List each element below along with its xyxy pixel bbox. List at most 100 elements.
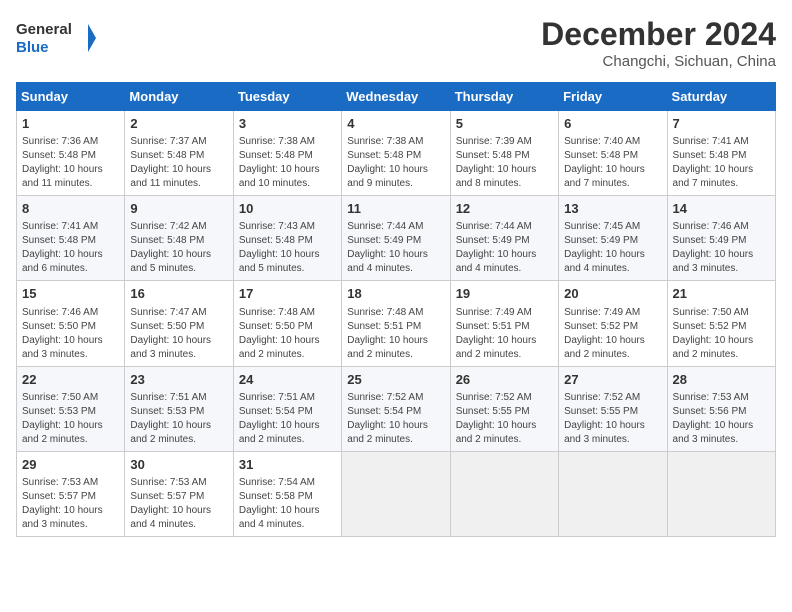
day-detail: Daylight: 10 hours xyxy=(673,248,770,262)
day-detail: Daylight: 10 hours xyxy=(22,504,119,518)
day-detail: Sunrise: 7:39 AM xyxy=(456,135,553,149)
day-detail: Daylight: 10 hours xyxy=(456,334,553,348)
day-detail: Sunset: 5:58 PM xyxy=(239,490,336,504)
day-number: 9 xyxy=(130,200,227,218)
day-detail: and 5 minutes. xyxy=(130,262,227,276)
day-detail: Sunrise: 7:51 AM xyxy=(130,391,227,405)
day-detail: Sunset: 5:55 PM xyxy=(564,405,661,419)
day-detail: Sunrise: 7:37 AM xyxy=(130,135,227,149)
day-detail: Sunrise: 7:46 AM xyxy=(22,306,119,320)
day-detail: Sunrise: 7:50 AM xyxy=(22,391,119,405)
day-number: 6 xyxy=(564,115,661,133)
day-detail: Sunrise: 7:49 AM xyxy=(456,306,553,320)
day-detail: Sunset: 5:53 PM xyxy=(22,405,119,419)
day-detail: Daylight: 10 hours xyxy=(239,248,336,262)
day-detail: Daylight: 10 hours xyxy=(239,504,336,518)
day-detail: Daylight: 10 hours xyxy=(239,334,336,348)
calendar-cell: 18Sunrise: 7:48 AMSunset: 5:51 PMDayligh… xyxy=(342,281,450,366)
day-number: 10 xyxy=(239,200,336,218)
day-detail: and 5 minutes. xyxy=(239,262,336,276)
page-header: General Blue December 2024 Changchi, Sic… xyxy=(16,16,776,70)
day-number: 31 xyxy=(239,456,336,474)
day-detail: and 3 minutes. xyxy=(673,433,770,447)
calendar-cell: 4Sunrise: 7:38 AMSunset: 5:48 PMDaylight… xyxy=(342,111,450,196)
day-detail: Daylight: 10 hours xyxy=(564,163,661,177)
day-detail: Daylight: 10 hours xyxy=(130,163,227,177)
day-number: 11 xyxy=(347,200,444,218)
weekday-header: Monday xyxy=(125,83,233,111)
day-detail: Sunrise: 7:42 AM xyxy=(130,220,227,234)
day-detail: Sunrise: 7:48 AM xyxy=(347,306,444,320)
day-detail: Sunset: 5:50 PM xyxy=(239,320,336,334)
calendar-cell: 7Sunrise: 7:41 AMSunset: 5:48 PMDaylight… xyxy=(667,111,775,196)
calendar-cell: 3Sunrise: 7:38 AMSunset: 5:48 PMDaylight… xyxy=(233,111,341,196)
weekday-header: Tuesday xyxy=(233,83,341,111)
calendar-cell: 11Sunrise: 7:44 AMSunset: 5:49 PMDayligh… xyxy=(342,196,450,281)
day-detail: and 7 minutes. xyxy=(673,177,770,191)
day-detail: Sunrise: 7:47 AM xyxy=(130,306,227,320)
calendar-cell: 30Sunrise: 7:53 AMSunset: 5:57 PMDayligh… xyxy=(125,451,233,536)
day-detail: Sunrise: 7:45 AM xyxy=(564,220,661,234)
day-detail: Sunrise: 7:52 AM xyxy=(456,391,553,405)
calendar-cell: 28Sunrise: 7:53 AMSunset: 5:56 PMDayligh… xyxy=(667,366,775,451)
day-detail: Daylight: 10 hours xyxy=(130,334,227,348)
day-number: 5 xyxy=(456,115,553,133)
day-detail: Sunset: 5:48 PM xyxy=(239,149,336,163)
weekday-header: Saturday xyxy=(667,83,775,111)
calendar-cell: 29Sunrise: 7:53 AMSunset: 5:57 PMDayligh… xyxy=(17,451,125,536)
day-detail: Daylight: 10 hours xyxy=(456,419,553,433)
day-detail: Daylight: 10 hours xyxy=(130,248,227,262)
day-detail: Daylight: 10 hours xyxy=(347,163,444,177)
calendar-cell: 2Sunrise: 7:37 AMSunset: 5:48 PMDaylight… xyxy=(125,111,233,196)
day-number: 23 xyxy=(130,371,227,389)
calendar-cell: 24Sunrise: 7:51 AMSunset: 5:54 PMDayligh… xyxy=(233,366,341,451)
day-detail: Sunrise: 7:52 AM xyxy=(564,391,661,405)
day-detail: Sunset: 5:50 PM xyxy=(22,320,119,334)
day-detail: Sunset: 5:49 PM xyxy=(564,234,661,248)
day-detail: Sunset: 5:49 PM xyxy=(456,234,553,248)
calendar-cell: 9Sunrise: 7:42 AMSunset: 5:48 PMDaylight… xyxy=(125,196,233,281)
logo-svg: General Blue xyxy=(16,16,96,61)
day-detail: and 2 minutes. xyxy=(130,433,227,447)
day-detail: and 2 minutes. xyxy=(347,348,444,362)
calendar-cell xyxy=(667,451,775,536)
day-detail: and 4 minutes. xyxy=(347,262,444,276)
calendar-cell: 17Sunrise: 7:48 AMSunset: 5:50 PMDayligh… xyxy=(233,281,341,366)
day-detail: and 2 minutes. xyxy=(347,433,444,447)
day-number: 30 xyxy=(130,456,227,474)
day-detail: Daylight: 10 hours xyxy=(347,419,444,433)
calendar-cell: 23Sunrise: 7:51 AMSunset: 5:53 PMDayligh… xyxy=(125,366,233,451)
day-number: 22 xyxy=(22,371,119,389)
calendar-table: SundayMondayTuesdayWednesdayThursdayFrid… xyxy=(16,82,776,537)
day-number: 4 xyxy=(347,115,444,133)
calendar-cell: 20Sunrise: 7:49 AMSunset: 5:52 PMDayligh… xyxy=(559,281,667,366)
day-detail: Daylight: 10 hours xyxy=(347,248,444,262)
day-detail: Sunrise: 7:46 AM xyxy=(673,220,770,234)
day-detail: Sunrise: 7:41 AM xyxy=(673,135,770,149)
day-detail: and 3 minutes. xyxy=(22,518,119,532)
day-detail: Sunrise: 7:52 AM xyxy=(347,391,444,405)
weekday-header: Friday xyxy=(559,83,667,111)
calendar-cell: 12Sunrise: 7:44 AMSunset: 5:49 PMDayligh… xyxy=(450,196,558,281)
day-detail: Sunrise: 7:44 AM xyxy=(456,220,553,234)
day-detail: and 2 minutes. xyxy=(564,348,661,362)
day-detail: Daylight: 10 hours xyxy=(456,163,553,177)
day-detail: Sunset: 5:48 PM xyxy=(347,149,444,163)
day-detail: Daylight: 10 hours xyxy=(673,419,770,433)
day-detail: Sunrise: 7:53 AM xyxy=(673,391,770,405)
day-number: 24 xyxy=(239,371,336,389)
day-detail: and 8 minutes. xyxy=(456,177,553,191)
day-number: 28 xyxy=(673,371,770,389)
day-detail: Sunset: 5:53 PM xyxy=(130,405,227,419)
day-detail: Sunset: 5:49 PM xyxy=(673,234,770,248)
day-detail: Daylight: 10 hours xyxy=(22,248,119,262)
title-block: December 2024 Changchi, Sichuan, China xyxy=(541,16,776,70)
day-number: 18 xyxy=(347,285,444,303)
calendar-cell: 16Sunrise: 7:47 AMSunset: 5:50 PMDayligh… xyxy=(125,281,233,366)
day-detail: Sunset: 5:48 PM xyxy=(22,234,119,248)
calendar-cell: 13Sunrise: 7:45 AMSunset: 5:49 PMDayligh… xyxy=(559,196,667,281)
calendar-cell: 15Sunrise: 7:46 AMSunset: 5:50 PMDayligh… xyxy=(17,281,125,366)
day-detail: Daylight: 10 hours xyxy=(130,504,227,518)
calendar-cell: 5Sunrise: 7:39 AMSunset: 5:48 PMDaylight… xyxy=(450,111,558,196)
day-detail: and 3 minutes. xyxy=(673,262,770,276)
